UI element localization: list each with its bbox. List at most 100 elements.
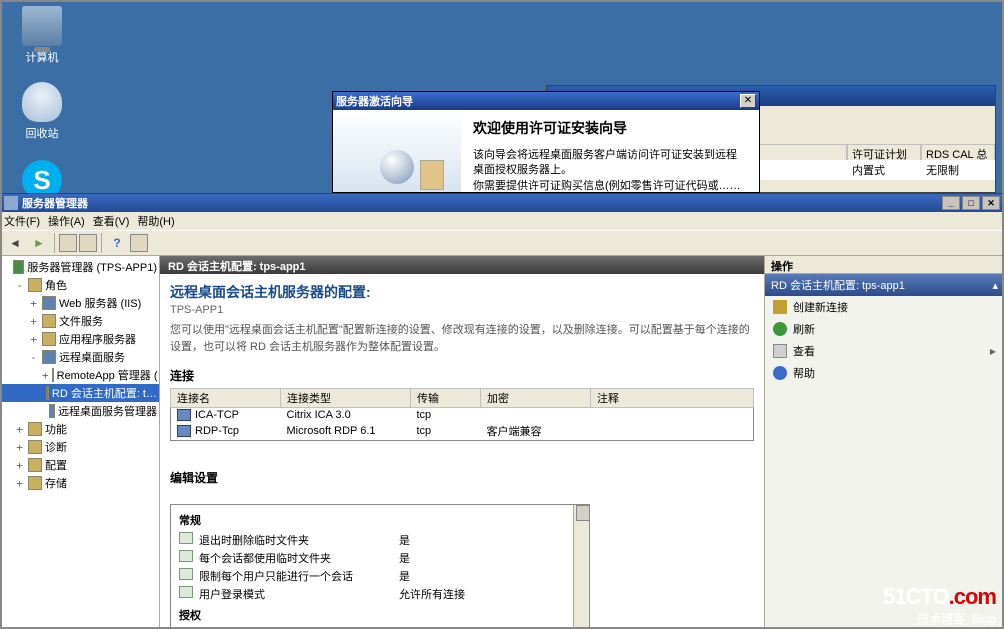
connections-table[interactable]: 连接名 连接类型 传输 加密 注释 ICA-TCP Citrix ICA 3.0… <box>170 388 754 441</box>
setting-icon <box>179 532 193 544</box>
toolbar: ◄ ► ? <box>0 230 1004 256</box>
col-encrypt[interactable]: 加密 <box>481 389 591 408</box>
chevron-up-icon: ▴ <box>992 279 998 292</box>
tree-storage[interactable]: +存储 <box>0 474 159 492</box>
connection-icon <box>177 425 191 437</box>
refresh-icon <box>773 322 787 336</box>
desktop-icon-computer[interactable]: 计算机 <box>12 6 72 65</box>
help-button[interactable]: ? <box>106 232 128 254</box>
col-comment[interactable]: 注释 <box>591 389 754 408</box>
action-help[interactable]: 帮助 <box>765 362 1004 384</box>
new-icon <box>773 300 787 314</box>
actions-context[interactable]: RD 会话主机配置: tps-app1 ▴ <box>765 274 1004 296</box>
toolbar-button[interactable] <box>59 234 77 252</box>
setting-row[interactable]: 退出时删除临时文件夹是 <box>179 531 581 549</box>
group-license: 授权 <box>179 607 581 623</box>
watermark-logo: 51CTO.com 技术博客 Blog <box>883 584 996 627</box>
wizard-text: 你需要提供许可证购买信息(例如零售许可证代码或…… <box>473 179 747 193</box>
node-icon <box>46 386 49 400</box>
setting-icon <box>179 568 193 580</box>
menu-bar: 文件(F) 操作(A) 查看(V) 帮助(H) <box>0 212 1004 230</box>
actions-title: 操作 <box>765 256 1004 274</box>
actions-pane: 操作 RD 会话主机配置: tps-app1 ▴ 创建新连接 刷新 查看▶ 帮助 <box>764 256 1004 629</box>
server-manager-window: 服务器管理器 _ □ ✕ 文件(F) 操作(A) 查看(V) 帮助(H) ◄ ►… <box>0 193 1004 629</box>
wizard-titlebar[interactable]: 服务器激活向导 ✕ <box>333 92 759 110</box>
tree-fileserv[interactable]: +文件服务 <box>0 312 159 330</box>
view-icon <box>773 344 787 358</box>
setting-icon <box>179 550 193 562</box>
minimize-button[interactable]: _ <box>942 196 960 210</box>
folder-icon <box>28 458 42 472</box>
tree-web[interactable]: +Web 服务器 (IIS) <box>0 294 159 312</box>
center-header: RD 会话主机配置: tps-app1 <box>160 256 764 274</box>
back-button[interactable]: ◄ <box>4 232 26 254</box>
node-icon <box>52 368 54 382</box>
scrollbar[interactable] <box>573 505 589 629</box>
server-manager-icon <box>4 196 18 210</box>
window-title: 服务器管理器 <box>22 195 940 211</box>
activation-wizard-dialog: 服务器激活向导 ✕ 欢迎使用许可证安装向导 该向导会将远程桌面服务客户端访问许可… <box>332 91 760 193</box>
tree-rdsmgr[interactable]: 远程桌面服务管理器 <box>0 402 159 420</box>
role-icon <box>42 350 56 364</box>
cell: 无限制 <box>921 160 995 180</box>
menu-action[interactable]: 操作(A) <box>48 213 85 229</box>
server-icon <box>13 260 24 274</box>
tree-features[interactable]: +功能 <box>0 420 159 438</box>
col-type[interactable]: 连接类型 <box>281 389 411 408</box>
menu-help[interactable]: 帮助(H) <box>137 213 174 229</box>
folder-icon <box>28 476 42 490</box>
cell: 内置式 <box>847 160 921 180</box>
action-view[interactable]: 查看▶ <box>765 340 1004 362</box>
col-transport[interactable]: 传输 <box>411 389 481 408</box>
setting-row[interactable]: 每个会话都使用临时文件夹是 <box>179 549 581 567</box>
close-button[interactable]: ✕ <box>740 94 756 108</box>
lamp-icon <box>380 150 414 184</box>
server-name-label: TPS-APP1 <box>170 304 754 316</box>
tree-diag[interactable]: +诊断 <box>0 438 159 456</box>
tree-appserv[interactable]: +应用程序服务器 <box>0 330 159 348</box>
help-icon <box>773 366 787 380</box>
chevron-right-icon: ▶ <box>990 347 996 356</box>
setting-row[interactable]: 用户登录模式允许所有连接 <box>179 585 581 603</box>
folder-icon <box>28 278 42 292</box>
table-row[interactable]: RDP-Tcp Microsoft RDP 6.1 tcp 客户端兼容 <box>171 422 754 441</box>
menu-view[interactable]: 查看(V) <box>93 213 130 229</box>
navigation-tree[interactable]: 服务器管理器 (TPS-APP1) -角色 +Web 服务器 (IIS) +文件… <box>0 256 160 629</box>
desktop-icon-label: 回收站 <box>12 125 72 141</box>
setting-icon <box>179 586 193 598</box>
maximize-button[interactable]: □ <box>962 196 980 210</box>
tree-roles[interactable]: -角色 <box>0 276 159 294</box>
col-name[interactable]: 连接名 <box>171 389 281 408</box>
role-icon <box>42 296 56 310</box>
group-general: 常规 <box>179 512 581 528</box>
folder-icon <box>28 422 42 436</box>
action-refresh[interactable]: 刷新 <box>765 318 1004 340</box>
computer-icon <box>22 6 62 46</box>
tree-config[interactable]: +配置 <box>0 456 159 474</box>
wizard-sidebar-graphic <box>333 110 461 192</box>
node-icon <box>49 404 55 418</box>
toolbar-button[interactable] <box>79 234 97 252</box>
desktop-icon-recycle[interactable]: 回收站 <box>12 82 72 141</box>
close-button[interactable]: ✕ <box>982 196 1000 210</box>
tree-rdhost[interactable]: RD 会话主机配置: t… <box>0 384 159 402</box>
tree-rds[interactable]: -远程桌面服务 <box>0 348 159 366</box>
menu-file[interactable]: 文件(F) <box>4 213 40 229</box>
wizard-text: 该向导会将远程桌面服务客户端访问许可证安装到远程桌面授权服务器上。 <box>473 148 747 179</box>
center-pane: RD 会话主机配置: tps-app1 远程桌面会话主机服务器的配置: TPS-… <box>160 256 764 629</box>
trash-icon <box>22 82 62 122</box>
window-titlebar[interactable]: 服务器管理器 _ □ ✕ <box>0 194 1004 212</box>
toolbar-button[interactable] <box>130 234 148 252</box>
tree-remoteapp[interactable]: +RemoteApp 管理器 (… <box>0 366 159 384</box>
tree-root[interactable]: 服务器管理器 (TPS-APP1) <box>0 258 159 276</box>
section-edit-settings: 编辑设置 <box>170 469 754 486</box>
forward-button[interactable]: ► <box>28 232 50 254</box>
folder-icon <box>28 440 42 454</box>
action-new-connection[interactable]: 创建新连接 <box>765 296 1004 318</box>
role-icon <box>42 332 56 346</box>
table-row[interactable]: ICA-TCP Citrix ICA 3.0 tcp <box>171 408 754 423</box>
page-description: 您可以使用"远程桌面会话主机配置"配置新连接的设置、修改现有连接的设置，以及删除… <box>170 322 754 355</box>
connection-icon <box>177 409 191 421</box>
setting-row[interactable]: 限制每个用户只能进行一个会话是 <box>179 567 581 585</box>
page-heading: 远程桌面会话主机服务器的配置: <box>170 282 754 302</box>
